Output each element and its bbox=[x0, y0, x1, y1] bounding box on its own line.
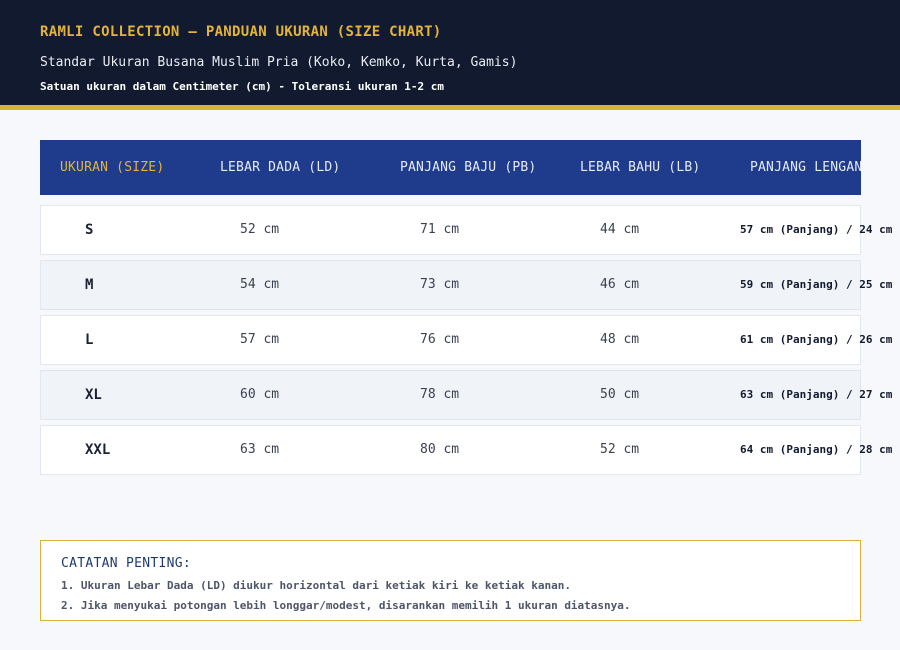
pl-cell: 59 cm (Panjang) / 25 cm (Pendek) bbox=[740, 278, 900, 291]
column-header-pb: PANJANG BAJU (PB) bbox=[400, 160, 537, 175]
unit-note: Satuan ukuran dalam Centimeter (cm) - To… bbox=[40, 80, 444, 93]
column-header-pl: PANJANG LENGAN (PL) bbox=[750, 160, 861, 175]
header-accent-line bbox=[0, 105, 900, 110]
pb-cell: 80 cm bbox=[420, 442, 460, 457]
table-header: UKURAN (SIZE) LEBAR DADA (LD) PANJANG BA… bbox=[40, 140, 861, 195]
note-item: 1. Ukuran Lebar Dada (LD) diukur horizon… bbox=[61, 579, 571, 592]
pb-cell: 71 cm bbox=[420, 222, 460, 237]
pl-cell: 61 cm (Panjang) / 26 cm (Pendek) bbox=[740, 333, 900, 346]
table-row: XL 60 cm 78 cm 50 cm 63 cm (Panjang) / 2… bbox=[40, 370, 900, 420]
table-row: L 57 cm 76 cm 48 cm 61 cm (Panjang) / 26… bbox=[40, 315, 900, 365]
notes-title: CATATAN PENTING: bbox=[61, 556, 192, 571]
table-row: XXL 63 cm 80 cm 52 cm 64 cm (Panjang) / … bbox=[40, 425, 900, 475]
pl-cell: 64 cm (Panjang) / 28 cm (Pendek) bbox=[740, 443, 900, 456]
important-notes-box: CATATAN PENTING: 1. Ukuran Lebar Dada (L… bbox=[40, 540, 861, 621]
header-banner: RAMLI COLLECTION – PANDUAN UKURAN (SIZE … bbox=[0, 0, 900, 105]
ld-cell: 52 cm bbox=[240, 222, 280, 237]
column-header-size: UKURAN (SIZE) bbox=[60, 160, 165, 175]
pl-cell: 63 cm (Panjang) / 27 cm (Pendek) bbox=[740, 388, 900, 401]
size-cell: S bbox=[85, 222, 94, 238]
page-title: RAMLI COLLECTION – PANDUAN UKURAN (SIZE … bbox=[40, 24, 442, 40]
table-row: S 52 cm 71 cm 44 cm 57 cm (Panjang) / 24… bbox=[40, 205, 900, 255]
pb-cell: 73 cm bbox=[420, 277, 460, 292]
size-cell: M bbox=[85, 277, 94, 293]
column-header-lb: LEBAR BAHU (LB) bbox=[580, 160, 701, 175]
lb-cell: 46 cm bbox=[600, 277, 640, 292]
ld-cell: 63 cm bbox=[240, 442, 280, 457]
lb-cell: 44 cm bbox=[600, 222, 640, 237]
lb-cell: 52 cm bbox=[600, 442, 640, 457]
ld-cell: 57 cm bbox=[240, 332, 280, 347]
ld-cell: 60 cm bbox=[240, 387, 280, 402]
column-header-ld: LEBAR DADA (LD) bbox=[220, 160, 341, 175]
table-row: M 54 cm 73 cm 46 cm 59 cm (Panjang) / 25… bbox=[40, 260, 900, 310]
pl-cell: 57 cm (Panjang) / 24 cm (Pendek) bbox=[740, 223, 900, 236]
note-item: 2. Jika menyukai potongan lebih longgar/… bbox=[61, 599, 631, 612]
size-cell: L bbox=[85, 332, 94, 348]
size-cell: XXL bbox=[85, 442, 111, 458]
size-cell: XL bbox=[85, 387, 102, 403]
lb-cell: 48 cm bbox=[600, 332, 640, 347]
size-chart-page: RAMLI COLLECTION – PANDUAN UKURAN (SIZE … bbox=[0, 0, 900, 650]
ld-cell: 54 cm bbox=[240, 277, 280, 292]
pb-cell: 78 cm bbox=[420, 387, 460, 402]
lb-cell: 50 cm bbox=[600, 387, 640, 402]
pb-cell: 76 cm bbox=[420, 332, 460, 347]
page-subtitle: Standar Ukuran Busana Muslim Pria (Koko,… bbox=[40, 55, 518, 70]
